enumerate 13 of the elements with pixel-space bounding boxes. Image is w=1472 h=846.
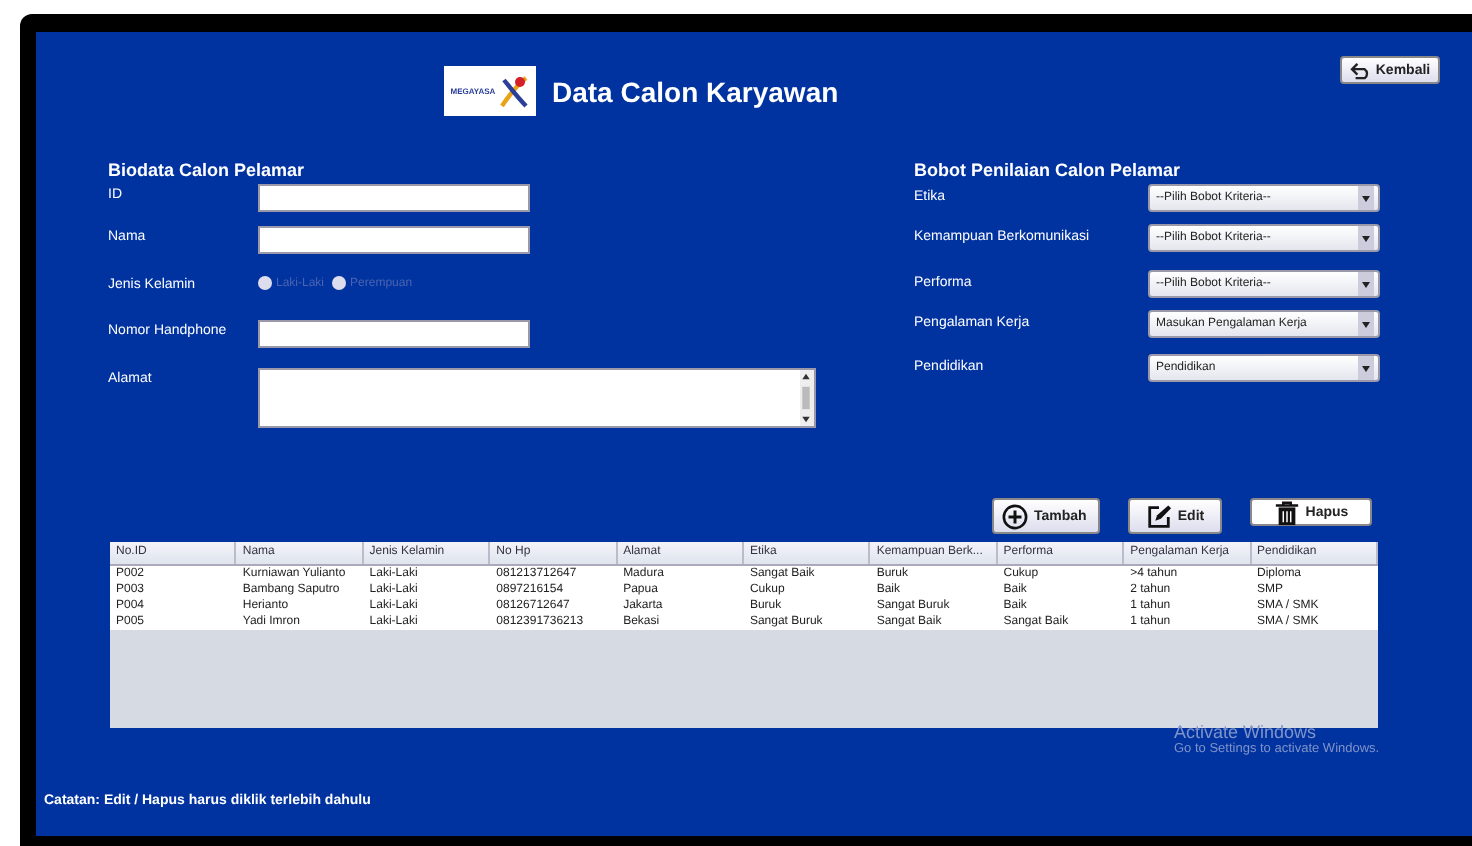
section-heading: Bobot Penilaian Calon Pelamar — [914, 160, 1183, 184]
input-field[interactable] — [258, 226, 530, 254]
input-field[interactable] — [258, 320, 530, 348]
plus-circle-icon — [1002, 503, 1028, 529]
scrollbar[interactable] — [800, 370, 814, 426]
trash-icon — [1273, 499, 1300, 525]
edit-icon — [1145, 503, 1172, 529]
activation-title: Activate Windows — [1174, 722, 1319, 742]
address-field[interactable] — [258, 368, 816, 428]
undo-arrow-icon — [1349, 61, 1372, 79]
input-field[interactable] — [258, 184, 530, 212]
page-title: Data Calon Karyawan — [552, 76, 839, 108]
section-heading: Biodata Calon Pelamar — [108, 160, 307, 184]
